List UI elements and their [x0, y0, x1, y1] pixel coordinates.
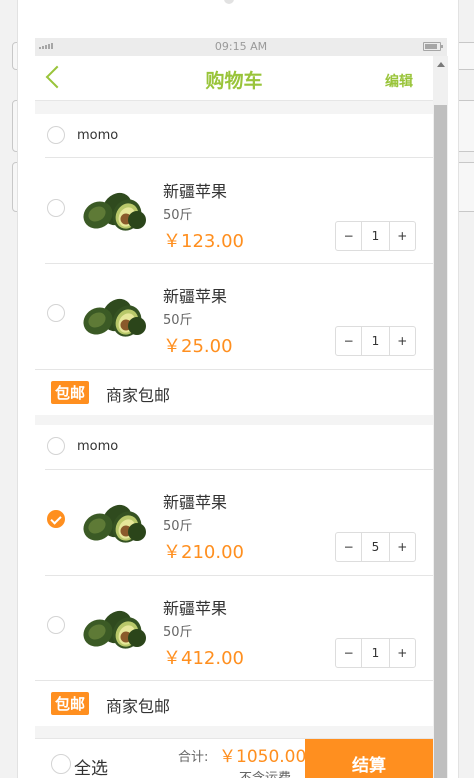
decrement-button[interactable]: −	[336, 222, 361, 250]
quantity-value[interactable]: 1	[361, 222, 390, 250]
increment-button[interactable]: +	[390, 222, 415, 250]
shop-group: momo 新疆苹果 50斤 ￥210.00 − 5 + 新疆苹果 50斤 ￥41…	[35, 425, 433, 681]
cart-item: 新疆苹果 50斤 ￥25.00 − 1 +	[35, 264, 433, 369]
edit-button[interactable]: 编辑	[385, 71, 413, 91]
quantity-value[interactable]: 1	[361, 639, 390, 667]
cart-item: 新疆苹果 50斤 ￥123.00 − 1 +	[35, 158, 433, 263]
increment-button[interactable]: +	[390, 327, 415, 355]
increment-button[interactable]: +	[390, 639, 415, 667]
battery-icon	[423, 42, 443, 51]
total-label: 合计:	[178, 750, 209, 765]
section-gap	[35, 101, 433, 114]
quantity-stepper: − 5 +	[335, 532, 416, 562]
product-weight: 50斤	[163, 519, 193, 534]
quantity-value[interactable]: 5	[361, 533, 390, 561]
free-shipping-text: 商家包邮	[106, 697, 171, 716]
quantity-stepper: − 1 +	[335, 638, 416, 668]
page-title: 购物车	[205, 70, 263, 92]
checkout-bar: 全选 合计: ￥1050.00 不含运费 结算	[35, 738, 433, 778]
free-shipping-text: 商家包邮	[106, 386, 171, 405]
product-name: 新疆苹果	[163, 182, 228, 201]
product-price: ￥25.00	[163, 336, 233, 357]
phone-camera	[224, 0, 234, 4]
product-name: 新疆苹果	[163, 599, 228, 618]
quantity-stepper: − 1 +	[335, 326, 416, 356]
increment-button[interactable]: +	[390, 533, 415, 561]
decrement-button[interactable]: −	[336, 327, 361, 355]
cart-screen: 购物车 编辑 momo 新疆苹果 50斤 ￥123.00 − 1 + 新疆苹果 …	[35, 56, 433, 778]
free-shipping-row: 包邮 商家包邮	[35, 681, 433, 726]
scroll-up-arrow-icon[interactable]	[437, 62, 445, 67]
item-checkbox[interactable]	[47, 510, 65, 528]
scrollbar[interactable]	[433, 56, 448, 778]
item-checkbox[interactable]	[47, 199, 65, 217]
total-amount: ￥1050.00	[219, 747, 307, 767]
product-weight: 50斤	[163, 208, 193, 223]
nav-bar: 购物车 编辑	[35, 56, 433, 101]
quantity-value[interactable]: 1	[361, 327, 390, 355]
decrement-button[interactable]: −	[336, 639, 361, 667]
free-shipping-row: 包邮 商家包邮	[35, 370, 433, 415]
shop-checkbox[interactable]	[47, 126, 65, 144]
status-bar: 09:15 AM	[35, 38, 447, 56]
product-price: ￥210.00	[163, 542, 244, 563]
product-image	[81, 499, 147, 544]
product-weight: 50斤	[163, 625, 193, 640]
cart-item: 新疆苹果 50斤 ￥210.00 − 5 +	[35, 470, 433, 575]
cart-item: 新疆苹果 50斤 ￥412.00 − 1 +	[35, 576, 433, 681]
product-weight: 50斤	[163, 313, 193, 328]
quantity-stepper: − 1 +	[335, 221, 416, 251]
select-all-label[interactable]: 全选	[74, 754, 108, 778]
shop-name: momo	[77, 439, 119, 454]
item-checkbox[interactable]	[47, 304, 65, 322]
product-image	[81, 293, 147, 338]
product-price: ￥412.00	[163, 648, 244, 669]
select-all-checkbox[interactable]	[51, 754, 71, 774]
free-shipping-badge: 包邮	[51, 381, 90, 404]
item-checkbox[interactable]	[47, 616, 65, 634]
product-image	[81, 605, 147, 650]
decrement-button[interactable]: −	[336, 533, 361, 561]
scroll-thumb[interactable]	[434, 105, 447, 778]
shipping-note: 不含运费	[239, 767, 291, 778]
shop-group: momo 新疆苹果 50斤 ￥123.00 − 1 + 新疆苹果 50斤 ￥25…	[35, 114, 433, 371]
checkout-button[interactable]: 结算	[305, 739, 433, 778]
free-shipping-badge: 包邮	[51, 692, 90, 715]
product-price: ￥123.00	[163, 231, 244, 252]
status-time: 09:15 AM	[214, 40, 268, 53]
shop-checkbox[interactable]	[47, 437, 65, 455]
section-gap	[35, 726, 433, 738]
product-name: 新疆苹果	[163, 287, 228, 306]
shop-name: momo	[77, 128, 119, 143]
section-gap	[35, 415, 433, 425]
product-image	[81, 187, 147, 232]
product-name: 新疆苹果	[163, 493, 228, 512]
